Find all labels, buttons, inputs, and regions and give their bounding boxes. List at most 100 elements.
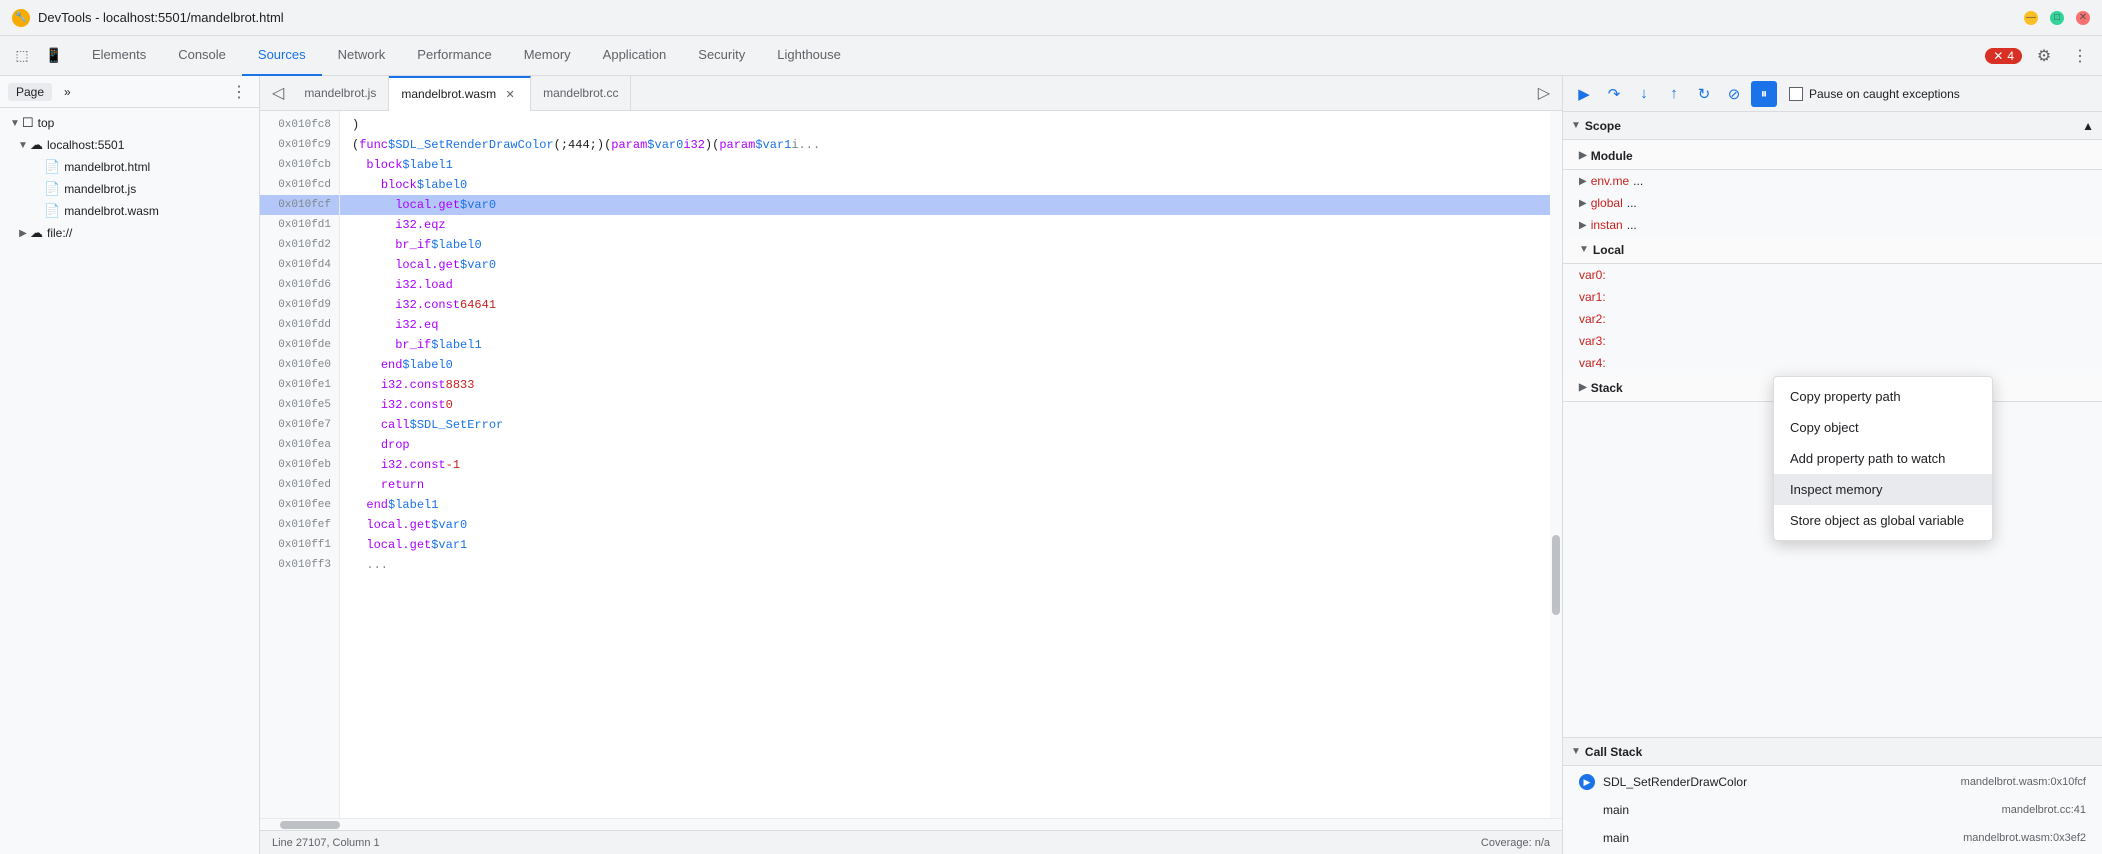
tree-arrow-localhost: ▼ <box>16 140 30 151</box>
code-line-1: ) <box>340 115 1562 135</box>
horizontal-scrollbar[interactable] <box>260 818 1562 830</box>
context-menu-inspect-memory[interactable]: Inspect memory <box>1774 474 1992 505</box>
vertical-scrollbar-thumb[interactable] <box>1552 535 1560 615</box>
status-bar: Line 27107, Column 1 Coverage: n/a <box>260 830 1562 854</box>
tree-item-top[interactable]: ▼ ☐ top <box>0 112 259 134</box>
code-content[interactable]: ) (func $SDL_SetRenderDrawColor (;444;) … <box>340 111 1562 818</box>
local-header[interactable]: ▼ Local <box>1563 236 2102 264</box>
call-stack-name-0: SDL_SetRenderDrawColor <box>1603 775 1961 789</box>
tab-sources[interactable]: Sources <box>242 36 322 76</box>
scope-arrow: ▼ <box>1571 120 1581 131</box>
tree-item-mandelbrot-html[interactable]: 📄 mandelbrot.html <box>0 156 259 178</box>
call-stack-item-1[interactable]: main mandelbrot.cc:41 <box>1563 796 2102 824</box>
device-toolbar-button[interactable]: 📱 <box>40 42 68 70</box>
pause-button[interactable]: ⏸ <box>1751 81 1777 107</box>
code-line-16: call $SDL_SetError <box>340 415 1562 435</box>
tab-memory[interactable]: Memory <box>508 36 587 76</box>
more-options-button[interactable]: ⋮ <box>2066 42 2094 70</box>
editor-tab-js-label: mandelbrot.js <box>304 86 376 100</box>
module-item-instan[interactable]: ▶ instan ... <box>1563 214 2102 236</box>
code-line-21: local.get $var0 <box>340 515 1562 535</box>
scope-header[interactable]: ▼ Scope ▲ <box>1563 112 2102 140</box>
editor-nav-left-button[interactable]: ◁ <box>264 76 292 111</box>
settings-button[interactable]: ⚙ <box>2030 42 2058 70</box>
code-line-22: local.get $var1 <box>340 535 1562 555</box>
module-item-global[interactable]: ▶ global ... <box>1563 192 2102 214</box>
call-stack-header-label: Call Stack <box>1585 745 1642 759</box>
code-line-7: br_if $label0 <box>340 235 1562 255</box>
close-button[interactable]: ✕ <box>2076 11 2090 25</box>
line-num-18: 0x010feb <box>260 455 339 475</box>
module-item-env-val: ... <box>1633 174 1643 188</box>
tab-network[interactable]: Network <box>322 36 402 76</box>
call-stack-item-0[interactable]: ▶ SDL_SetRenderDrawColor mandelbrot.wasm… <box>1563 768 2102 796</box>
context-menu-add-watch[interactable]: Add property path to watch <box>1774 443 1992 474</box>
error-badge[interactable]: ✕ 4 <box>1985 48 2022 64</box>
resume-button[interactable]: ▶ <box>1571 81 1597 107</box>
tab-console[interactable]: Console <box>162 36 242 76</box>
devtools-icon: 🔧 <box>12 9 30 27</box>
call-stack-item-2[interactable]: main mandelbrot.wasm:0x3ef2 <box>1563 824 2102 852</box>
vertical-scrollbar-track[interactable] <box>1550 111 1562 818</box>
local-item-var1[interactable]: var1: <box>1563 286 2102 308</box>
context-menu-store-global[interactable]: Store object as global variable <box>1774 505 1992 536</box>
sidebar-more-button[interactable]: ⋮ <box>227 80 251 104</box>
scope-collapse-icon: ▲ <box>2082 119 2094 133</box>
maximize-button[interactable]: □ <box>2050 11 2064 25</box>
module-item-env[interactable]: ▶ env.me ... <box>1563 170 2102 192</box>
pause-exception-checkbox[interactable] <box>1789 87 1803 101</box>
local-item-var0[interactable]: var0: <box>1563 264 2102 286</box>
editor-tab-mandelbrot-wasm[interactable]: mandelbrot.wasm ✕ <box>389 76 531 111</box>
cloud-icon-localhost: ☁ <box>30 137 43 153</box>
top-icon: ☐ <box>22 115 34 131</box>
call-stack-content: ▶ SDL_SetRenderDrawColor mandelbrot.wasm… <box>1563 766 2102 854</box>
editor-tab-wasm-close[interactable]: ✕ <box>502 86 518 102</box>
line-num-11: 0x010fdd <box>260 315 339 335</box>
line-num-23: 0x010ff3 <box>260 555 339 575</box>
toolbar-icons: ⬚ 📱 <box>8 42 68 70</box>
module-item-instan-arrow: ▶ <box>1579 220 1587 231</box>
step-into-button[interactable]: ↓ <box>1631 81 1657 107</box>
line-num-13: 0x010fe0 <box>260 355 339 375</box>
call-stack-location-2: mandelbrot.wasm:0x3ef2 <box>1963 832 2086 844</box>
local-item-var2[interactable]: var2: <box>1563 308 2102 330</box>
toolbar-right: ✕ 4 ⚙ ⋮ <box>1985 42 2094 70</box>
inspect-element-button[interactable]: ⬚ <box>8 42 36 70</box>
line-num-2: 0x010fc9 <box>260 135 339 155</box>
local-item-var3[interactable]: var3: <box>1563 330 2102 352</box>
module-item-instan-val: ... <box>1627 218 1637 232</box>
editor-nav-right-button[interactable]: ▷ <box>1530 76 1558 111</box>
tab-lighthouse[interactable]: Lighthouse <box>761 36 857 76</box>
tree-arrow-js <box>30 184 44 195</box>
deactivate-breakpoints-button[interactable]: ⊘ <box>1721 81 1747 107</box>
sidebar-tab-more[interactable]: » <box>56 83 79 101</box>
step-over-button[interactable]: ↷ <box>1601 81 1627 107</box>
step-button[interactable]: ↻ <box>1691 81 1717 107</box>
module-header[interactable]: ▶ Module <box>1563 142 2102 170</box>
error-count: 4 <box>2007 49 2014 63</box>
module-item-global-arrow: ▶ <box>1579 198 1587 209</box>
editor-tab-mandelbrot-js[interactable]: mandelbrot.js <box>292 76 389 111</box>
tree-item-mandelbrot-wasm[interactable]: 📄 mandelbrot.wasm <box>0 200 259 222</box>
line-num-20: 0x010fee <box>260 495 339 515</box>
sidebar-tab-page[interactable]: Page <box>8 83 52 101</box>
code-line-11: i32.eq <box>340 315 1562 335</box>
editor-tab-mandelbrot-cc[interactable]: mandelbrot.cc <box>531 76 631 111</box>
context-menu-copy-object[interactable]: Copy object <box>1774 412 1992 443</box>
tab-security[interactable]: Security <box>682 36 761 76</box>
module-arrow: ▶ <box>1579 150 1587 161</box>
tree-item-mandelbrot-js[interactable]: 📄 mandelbrot.js <box>0 178 259 200</box>
tree-item-file[interactable]: ▶ ☁ file:// <box>0 222 259 244</box>
tab-elements[interactable]: Elements <box>76 36 162 76</box>
call-stack-header[interactable]: ▼ Call Stack <box>1563 738 2102 766</box>
context-menu-copy-path[interactable]: Copy property path <box>1774 381 1992 412</box>
step-out-button[interactable]: ↑ <box>1661 81 1687 107</box>
minimize-button[interactable]: — <box>2024 11 2038 25</box>
horizontal-scrollbar-thumb[interactable] <box>280 821 340 829</box>
local-item-var4[interactable]: var4: <box>1563 352 2102 374</box>
tree-item-localhost[interactable]: ▼ ☁ localhost:5501 <box>0 134 259 156</box>
line-num-17: 0x010fea <box>260 435 339 455</box>
tab-performance[interactable]: Performance <box>401 36 507 76</box>
editor-tab-wasm-label: mandelbrot.wasm <box>401 87 496 101</box>
tab-application[interactable]: Application <box>587 36 683 76</box>
